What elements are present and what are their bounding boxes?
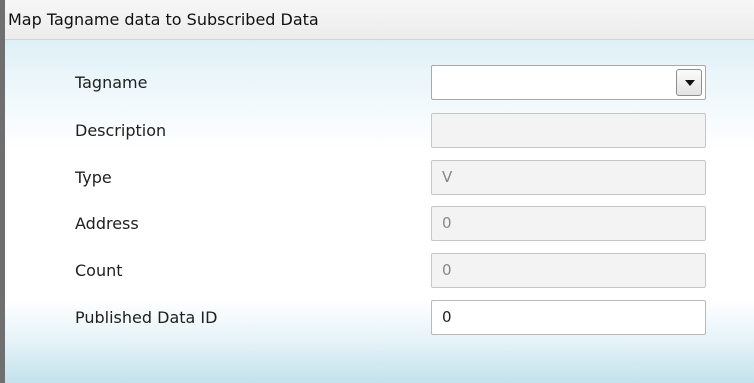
tagname-label: Tagname: [75, 73, 148, 92]
type-field: V: [431, 160, 706, 195]
address-field: 0: [431, 206, 706, 241]
tagname-combobox[interactable]: [431, 65, 706, 100]
chevron-down-icon: [685, 80, 695, 86]
tagname-dropdown-button[interactable]: [676, 69, 702, 96]
published-data-id-row: Published Data ID 0: [5, 299, 754, 337]
map-tagname-panel: Map Tagname data to Subscribed Data Tagn…: [0, 0, 754, 383]
type-row: Type V: [5, 159, 754, 197]
tagname-row: Tagname: [5, 64, 754, 102]
address-row: Address 0: [5, 205, 754, 243]
panel-header: Map Tagname data to Subscribed Data: [5, 0, 754, 40]
count-row: Count 0: [5, 252, 754, 290]
published-data-id-input[interactable]: 0: [431, 300, 706, 335]
published-data-id-label: Published Data ID: [75, 308, 218, 327]
count-field: 0: [431, 253, 706, 288]
description-label: Description: [75, 121, 167, 140]
address-label: Address: [75, 214, 139, 233]
panel-title: Map Tagname data to Subscribed Data: [8, 10, 319, 29]
description-field: [431, 113, 706, 148]
type-label: Type: [75, 168, 112, 187]
description-row: Description: [5, 112, 754, 150]
count-label: Count: [75, 261, 123, 280]
